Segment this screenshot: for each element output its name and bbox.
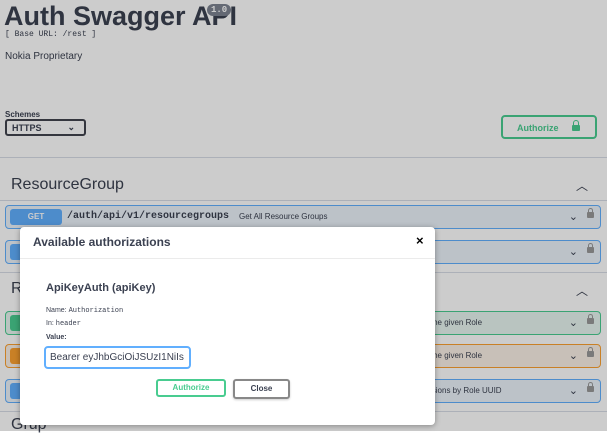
dialog-title: Available authorizations bbox=[33, 235, 171, 249]
dialog-header: Available authorizations × bbox=[20, 227, 435, 259]
authorizations-dialog: Available authorizations × ApiKeyAuth (a… bbox=[20, 227, 435, 425]
api-key-input[interactable]: Bearer eyJhbGciOiJSUzI1NiIs bbox=[44, 346, 191, 369]
name-label: Name: bbox=[46, 307, 67, 314]
close-icon[interactable]: × bbox=[416, 233, 424, 248]
in-value: header bbox=[55, 320, 81, 328]
authorize-submit-button[interactable]: Authorize bbox=[156, 379, 226, 397]
auth-scheme-title: ApiKeyAuth (apiKey) bbox=[46, 282, 156, 294]
auth-in-row: In: header bbox=[46, 320, 81, 328]
in-label: In: bbox=[46, 320, 54, 327]
name-value: Authorization bbox=[68, 307, 124, 315]
value-label: Value: bbox=[46, 334, 67, 341]
auth-name-row: Name: Authorization bbox=[46, 307, 123, 315]
close-button[interactable]: Close bbox=[233, 379, 290, 399]
